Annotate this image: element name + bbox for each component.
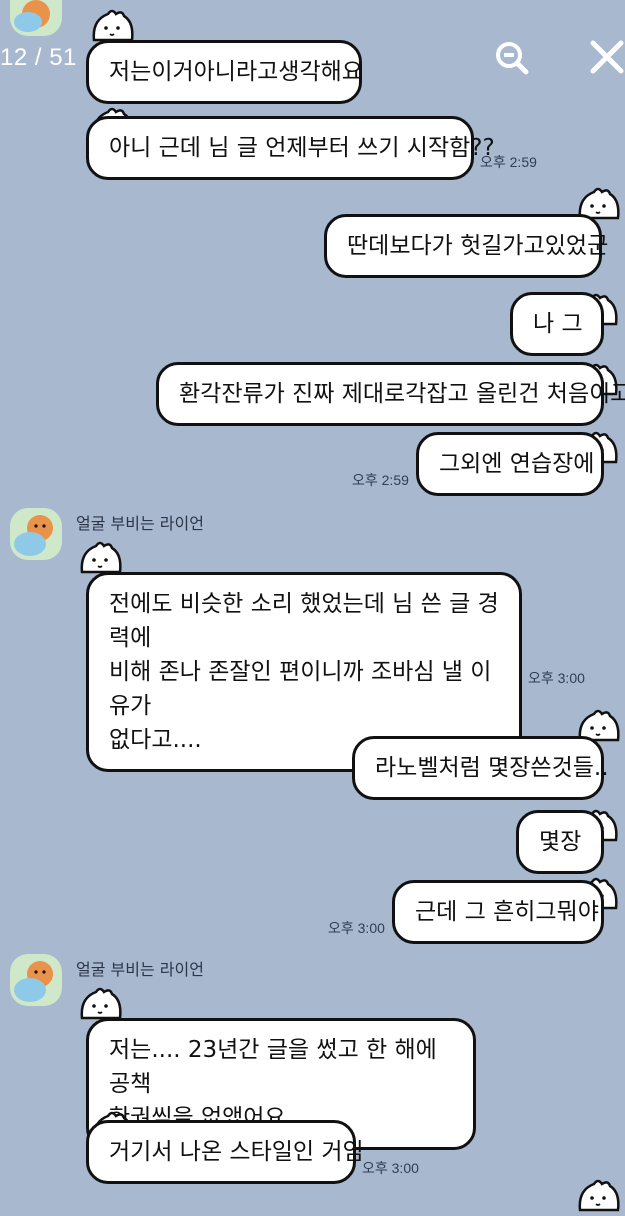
image-counter: 12 / 51 xyxy=(0,44,77,71)
sender-name: 얼굴 부비는 라이언 xyxy=(76,514,204,533)
message-bubble-sent: 딴데보다가 헛길가고있었군 xyxy=(324,214,608,278)
sender-avatar[interactable] xyxy=(10,954,62,1006)
message-time: 오후 2:59 xyxy=(352,472,409,488)
sender-avatar[interactable] xyxy=(10,508,62,560)
message-time: 오후 3:00 xyxy=(362,1160,419,1176)
bear-sticker-icon xyxy=(78,538,122,574)
sender-name: 얼굴 부비는 라이언 xyxy=(76,960,204,979)
sender-avatar-partial xyxy=(10,0,62,36)
message-bubble-received: 아니 근데 님 글 언제부터 쓰기 시작함?? xyxy=(86,116,495,180)
message-line: 저는.... 23년간 글을 썼고 한 해에 공책 xyxy=(109,1037,437,1097)
message-bubble-sent: 나 그 xyxy=(510,292,604,356)
message-bubble-sent: 환각잔류가 진짜 제대로각잡고 올린건 처음이고 xyxy=(156,362,625,426)
message-bubble-received: 저는이거아니라고생각해요 xyxy=(86,40,363,104)
close-icon[interactable] xyxy=(588,38,625,78)
message-time: 오후 3:00 xyxy=(328,920,385,936)
bear-sticker-icon xyxy=(78,984,122,1020)
zoom-out-icon[interactable] xyxy=(492,38,532,78)
message-time: 오후 3:00 xyxy=(528,670,585,686)
message-bubble-received: 거기서 나온 스타일인 거임 xyxy=(86,1120,364,1184)
message-bubble-sent: 라노벨처럼 몇장쓴것들.. xyxy=(352,736,609,800)
message-time: 오후 2:59 xyxy=(480,154,537,170)
message-bubble-sent: 그외엔 연습장에 xyxy=(416,432,604,496)
message-line: 비해 존나 존잘인 편이니까 조바심 낼 이유가 xyxy=(109,659,492,719)
message-bubble-sent: 근데 그 흔히그뭐야 xyxy=(392,880,604,944)
message-bubble-sent: 몇장 xyxy=(516,810,604,874)
bear-sticker-icon xyxy=(576,1176,620,1212)
bear-sticker-icon xyxy=(90,6,134,42)
message-line: 전에도 비슷한 소리 했었는데 님 쓴 글 경력에 xyxy=(109,591,499,651)
